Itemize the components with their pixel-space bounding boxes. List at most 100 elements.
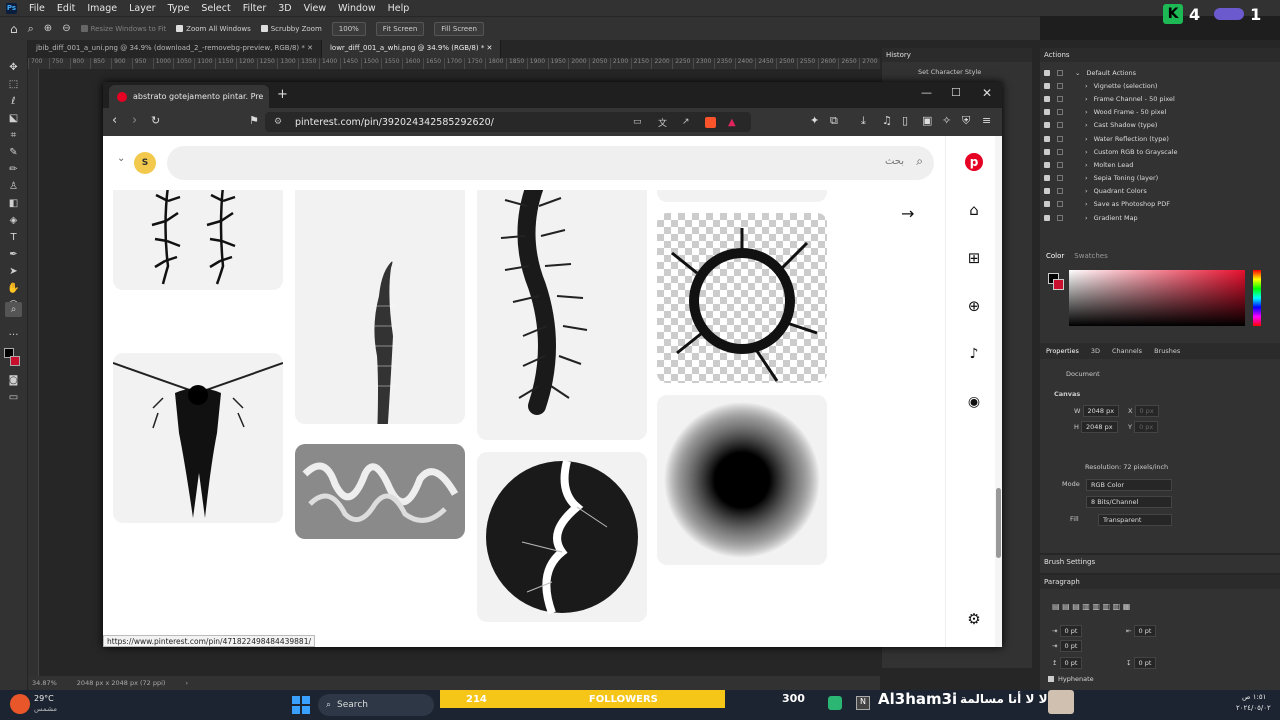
action-dialog-toggle-icon[interactable] xyxy=(1057,175,1063,182)
action-dialog-toggle-icon[interactable] xyxy=(1057,161,1063,168)
action-item[interactable]: › Gradient Map xyxy=(1040,211,1280,224)
lasso-tool-icon[interactable]: ℓ xyxy=(5,94,22,109)
menu-window[interactable]: Window xyxy=(338,3,375,14)
properties-tab[interactable]: Properties xyxy=(1046,347,1079,355)
pin-hanging-figure[interactable] xyxy=(113,353,283,523)
pin-spray-dot[interactable] xyxy=(657,395,827,565)
action-check-icon[interactable] xyxy=(1044,188,1050,195)
quick-mask-icon[interactable]: ◙ xyxy=(5,373,22,388)
brave-rewards-icon[interactable]: ▲ xyxy=(728,117,736,128)
expand-chevron-icon[interactable]: › xyxy=(1085,95,1088,103)
expand-chevron-icon[interactable]: › xyxy=(1085,82,1088,90)
marquee-tool-icon[interactable]: ⬚ xyxy=(5,77,22,92)
taskbar-search[interactable]: ⌕ Search xyxy=(318,694,434,716)
doc-tab-2[interactable]: lowr_diff_001_a_whi.png @ 34.9% (RGB/8) … xyxy=(321,40,502,58)
expand-chevron-icon[interactable]: › xyxy=(1085,121,1088,129)
weather-icon[interactable] xyxy=(10,694,30,714)
pin-thorns[interactable] xyxy=(113,176,283,290)
path-select-tool-icon[interactable]: ➤ xyxy=(5,264,22,279)
expand-chevron-icon[interactable]: › xyxy=(1085,174,1088,182)
expand-chevron-icon[interactable]: › xyxy=(1085,161,1088,169)
indent-right[interactable]: ⇤ 0 pt xyxy=(1126,625,1157,637)
indent-first-field[interactable]: 0 pt xyxy=(1059,640,1083,652)
action-check-icon[interactable] xyxy=(1044,161,1050,168)
action-item[interactable]: › Quadrant Colors xyxy=(1040,185,1280,198)
eyedropper-tool-icon[interactable]: ✎ xyxy=(5,145,22,160)
more-tools-icon[interactable]: … xyxy=(5,325,22,340)
hand-tool-icon[interactable]: ✋ xyxy=(5,281,22,296)
menu-filter[interactable]: Filter xyxy=(243,3,267,14)
avatar[interactable]: S xyxy=(134,152,156,174)
action-item[interactable]: › Molten Lead xyxy=(1040,158,1280,171)
action-check-icon[interactable] xyxy=(1044,109,1050,116)
vpn-icon[interactable]: ⛨ xyxy=(962,114,970,128)
doc-tab-1[interactable]: jbib_diff_001_a_uni.png @ 34.9% (downloa… xyxy=(28,40,322,58)
account-chevron-icon[interactable]: ⌄ xyxy=(117,153,125,164)
home-nav-icon[interactable]: ⌂ xyxy=(963,199,985,221)
expand-chevron-icon[interactable]: › xyxy=(1085,148,1088,156)
expand-chevron-icon[interactable]: › xyxy=(1085,187,1088,195)
menu-icon[interactable]: ≡ xyxy=(982,114,991,127)
action-item[interactable]: › Cast Shadow (type) xyxy=(1040,119,1280,132)
action-check-icon[interactable] xyxy=(1044,201,1050,208)
minimize-icon[interactable]: — xyxy=(921,86,932,99)
indent-left[interactable]: ⇥ 0 pt xyxy=(1052,625,1083,637)
action-item[interactable]: › Save as Photoshop PDF xyxy=(1040,198,1280,211)
pin-cracked-circle[interactable] xyxy=(477,452,647,622)
zoom-tool-icon[interactable]: ⌕ xyxy=(28,22,34,36)
color-field[interactable] xyxy=(1069,270,1245,326)
search-input[interactable]: بحث ⌕ xyxy=(167,146,934,180)
close-window-icon[interactable]: ✕ xyxy=(982,86,992,100)
hue-slider[interactable] xyxy=(1253,270,1261,326)
zoom-tool-active-icon[interactable]: ⌕ xyxy=(5,302,22,317)
screenshot-icon[interactable]: ⧉ xyxy=(830,114,838,128)
expand-chevron-icon[interactable]: › xyxy=(1085,214,1088,222)
menu-select[interactable]: Select xyxy=(201,3,230,14)
cast-icon[interactable]: ▭ xyxy=(633,117,642,127)
notifications-nav-icon[interactable]: ♪ xyxy=(963,343,985,365)
action-check-icon[interactable] xyxy=(1044,82,1050,89)
paragraph-align-buttons[interactable]: ▤ ▤ ▤ ▥ ▥ ▥ ▥ ▦ xyxy=(1052,602,1130,611)
brushes-tab[interactable]: Brushes xyxy=(1154,347,1180,355)
app-icon-2[interactable]: N xyxy=(856,696,870,710)
reload-icon[interactable]: ↻ xyxy=(151,114,160,127)
resize-windows-checkbox[interactable]: Resize Windows to Fit xyxy=(80,25,166,33)
extensions-icon[interactable]: ✦ xyxy=(810,114,819,127)
type-tool-icon[interactable]: T xyxy=(5,230,22,245)
screen-mode-icon[interactable]: ▭ xyxy=(5,390,22,405)
swatches-tab[interactable]: Swatches xyxy=(1074,252,1107,260)
translate-icon[interactable]: 文 xyxy=(658,116,667,129)
menu-edit[interactable]: Edit xyxy=(57,3,75,14)
action-check-icon[interactable] xyxy=(1044,95,1050,102)
sidebar-toggle-icon[interactable]: ▯ xyxy=(902,114,908,127)
hyphenate-checkbox[interactable]: Hyphenate xyxy=(1048,675,1094,683)
zoom-out-icon[interactable]: ⊖ xyxy=(62,23,70,34)
expand-chevron-icon[interactable]: › xyxy=(1085,135,1088,143)
page-scrollbar[interactable] xyxy=(995,136,1002,647)
pinterest-logo-icon[interactable]: p xyxy=(963,151,985,173)
share-icon[interactable]: ↗ xyxy=(682,117,690,127)
space-before-field[interactable]: 0 pt xyxy=(1059,657,1083,669)
bg-swatch[interactable] xyxy=(1053,279,1064,290)
brush-tool-icon[interactable]: ✏ xyxy=(5,162,22,177)
expand-chevron-icon[interactable]: › xyxy=(1085,108,1088,116)
pin-thorn-ring[interactable] xyxy=(657,213,827,383)
menu-file[interactable]: File xyxy=(29,3,45,14)
action-dialog-toggle-icon[interactable] xyxy=(1057,109,1063,116)
brush-settings-title[interactable]: Brush Settings xyxy=(1040,555,1280,569)
channels-tab[interactable]: Channels xyxy=(1112,347,1142,355)
action-item[interactable]: › Frame Channel - 50 pixel xyxy=(1040,92,1280,105)
explore-nav-icon[interactable]: ⊞ xyxy=(963,247,985,269)
mode-select[interactable]: RGB Color xyxy=(1086,479,1172,491)
menu-image[interactable]: Image xyxy=(87,3,117,14)
menu-3d[interactable]: 3D xyxy=(278,3,291,14)
action-item[interactable]: › Wood Frame - 50 pixel xyxy=(1040,106,1280,119)
space-before[interactable]: ↥ 0 pt xyxy=(1052,657,1083,669)
eraser-tool-icon[interactable]: ◧ xyxy=(5,196,22,211)
crop-tool-icon[interactable]: ⌗ xyxy=(5,128,22,143)
zoom-all-checkbox[interactable]: Zoom All Windows xyxy=(176,25,251,33)
action-item[interactable]: › Vignette (selection) xyxy=(1040,79,1280,92)
url-bar[interactable]: ⚙ pinterest.com/pin/392024342585292620/ … xyxy=(265,112,751,132)
maximize-icon[interactable]: ☐ xyxy=(951,86,961,99)
brave-shield-icon[interactable] xyxy=(705,116,716,128)
